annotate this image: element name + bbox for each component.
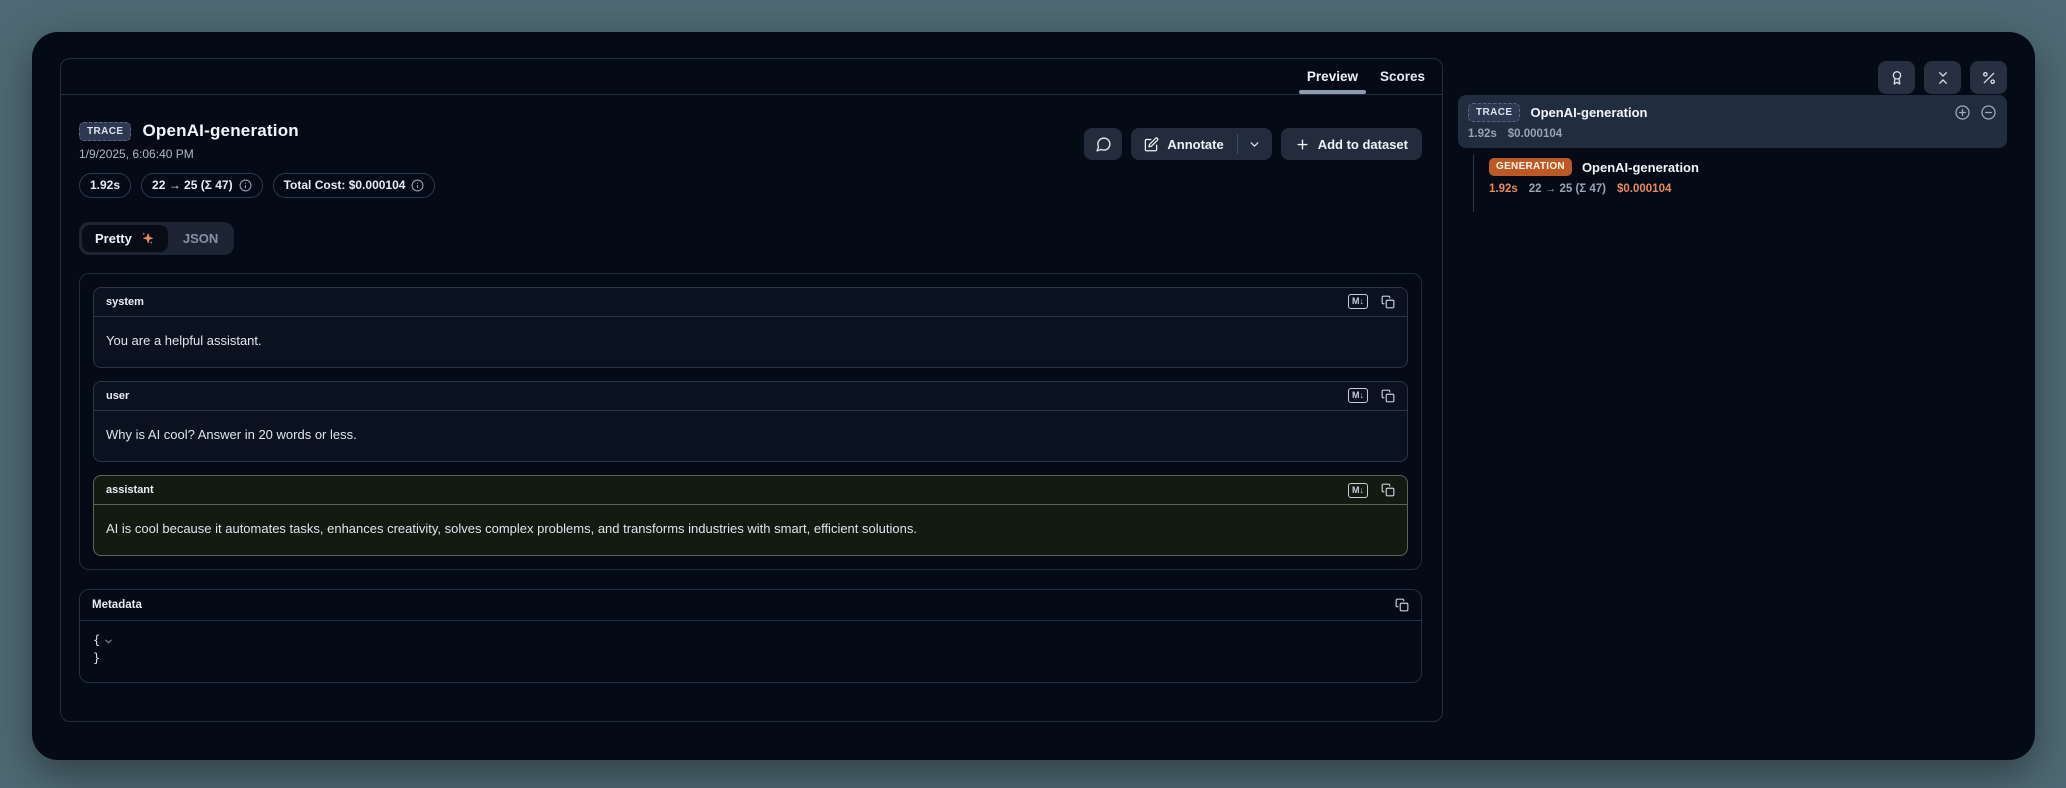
chevron-down-icon (1248, 138, 1261, 151)
toggle-json[interactable]: JSON (170, 225, 231, 252)
tree-node-metrics: 1.92s 22 → 25 (Σ 47) $0.000104 (1489, 183, 1699, 195)
messages-container: system M↓ You are a helpful assistant. u… (79, 273, 1422, 571)
tree-node-trace[interactable]: TRACE OpenAI-generation 1.92s $0.000104 (1458, 95, 2007, 148)
app-frame: Preview Scores TRACE OpenAI-generation 1… (32, 32, 2035, 760)
metadata-title: Metadata (92, 599, 142, 611)
sparkles-icon (140, 231, 155, 246)
latency-pill: 1.92s (79, 173, 131, 198)
annotate-button[interactable]: Annotate (1131, 128, 1236, 160)
view-format-toggle: Pretty JSON (79, 222, 234, 255)
tree-indent-line (1473, 154, 1474, 212)
collapse-all-button[interactable] (1924, 61, 1961, 94)
toggle-pretty[interactable]: Pretty (82, 225, 168, 252)
generation-type-badge: GENERATION (1489, 158, 1572, 176)
tree-children: GENERATION OpenAI-generation 1.92s 22 → … (1473, 150, 1699, 195)
message-role: user (106, 390, 129, 402)
chevrons-down-up-icon (1935, 70, 1951, 86)
trace-preview-panel: Preview Scores TRACE OpenAI-generation 1… (60, 58, 1443, 722)
panel-body: TRACE OpenAI-generation 1/9/2025, 6:06:4… (61, 95, 1442, 683)
message-system: system M↓ You are a helpful assistant. (93, 287, 1408, 368)
tree-node-metrics: 1.92s $0.000104 (1468, 128, 1997, 140)
trace-metrics: 1.92s 22 → 25 (Σ 47) Total Cost: $0.0001… (79, 173, 435, 198)
trace-type-badge: TRACE (1468, 103, 1520, 122)
annotate-split-button: Annotate (1131, 128, 1271, 160)
markdown-toggle-icon[interactable]: M↓ (1348, 294, 1368, 309)
trace-header: TRACE OpenAI-generation 1/9/2025, 6:06:4… (79, 121, 435, 198)
markdown-toggle-icon[interactable]: M↓ (1348, 483, 1368, 498)
percent-icon (1981, 70, 1997, 86)
trace-timestamp: 1/9/2025, 6:06:40 PM (79, 147, 435, 161)
copy-icon[interactable] (1381, 295, 1395, 309)
info-icon[interactable] (411, 179, 424, 192)
metadata-panel: Metadata { } (79, 589, 1422, 683)
tree-node-generation[interactable]: GENERATION OpenAI-generation 1.92s 22 → … (1489, 150, 1699, 195)
message-user: user M↓ Why is AI cool? Answer in 20 wor… (93, 381, 1408, 462)
add-to-dataset-button[interactable]: Add to dataset (1281, 128, 1422, 160)
expand-all-icon[interactable] (1954, 104, 1971, 121)
sidebar-toolbar (1878, 61, 2007, 94)
plus-icon (1295, 137, 1310, 152)
message-content: AI is cool because it automates tasks, e… (94, 505, 1407, 555)
collapse-node-icon[interactable] (1980, 104, 1997, 121)
message-role: assistant (106, 484, 154, 496)
message-assistant: assistant M↓ AI is cool because it autom… (93, 475, 1408, 556)
page-title: OpenAI-generation (142, 121, 298, 141)
tokens-pill: 22 → 25 (Σ 47) (141, 173, 263, 198)
tree-node-title: OpenAI-generation (1530, 105, 1647, 120)
copy-icon[interactable] (1381, 483, 1395, 497)
annotate-scores-button[interactable] (1878, 61, 1915, 94)
message-content: You are a helpful assistant. (94, 317, 1407, 367)
tab-scores[interactable]: Scores (1369, 59, 1436, 94)
pen-square-icon (1144, 137, 1159, 152)
message-content: Why is AI cool? Answer in 20 words or le… (94, 411, 1407, 461)
metadata-json: { } (80, 621, 1421, 682)
annotate-dropdown-button[interactable] (1238, 128, 1272, 160)
tree-node-title: OpenAI-generation (1582, 160, 1699, 175)
collapse-toggle-icon[interactable] (103, 636, 114, 647)
info-icon[interactable] (239, 179, 252, 192)
cost-pill: Total Cost: $0.000104 (273, 173, 436, 198)
copy-icon[interactable] (1381, 389, 1395, 403)
trace-actions: Annotate Add to dataset (1084, 128, 1422, 160)
copy-icon[interactable] (1395, 598, 1409, 612)
trace-type-badge: TRACE (79, 122, 131, 141)
markdown-toggle-icon[interactable]: M↓ (1348, 388, 1368, 403)
award-icon (1889, 70, 1905, 86)
comment-icon (1095, 136, 1112, 153)
tab-preview[interactable]: Preview (1296, 59, 1369, 94)
panel-tab-bar: Preview Scores (61, 59, 1442, 95)
comments-button[interactable] (1084, 128, 1122, 160)
show-percentages-button[interactable] (1970, 61, 2007, 94)
message-role: system (106, 296, 144, 308)
